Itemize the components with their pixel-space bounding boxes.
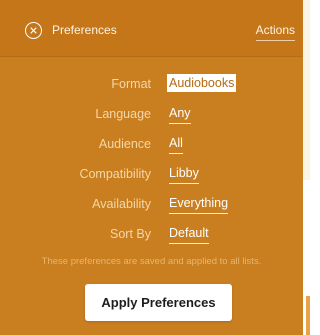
pref-value-audience[interactable]: All <box>169 134 183 154</box>
pref-label-language: Language <box>95 107 151 121</box>
pref-value-format[interactable]: Audiobooks <box>167 74 237 92</box>
pref-value-language[interactable]: Any <box>169 104 191 124</box>
apply-preferences-button[interactable]: Apply Preferences <box>85 284 232 321</box>
pref-label-compatibility: Compatibility <box>79 167 151 181</box>
preferences-panel: Preferences Actions Format Audiobooks La… <box>0 0 303 335</box>
pref-label-sort-by: Sort By <box>110 227 151 241</box>
pref-row-sort-by: Sort By Default <box>0 221 303 251</box>
pref-label-availability: Availability <box>92 197 151 211</box>
pref-row-audience: Audience All <box>0 131 303 161</box>
pref-value-availability[interactable]: Everything <box>169 194 229 214</box>
page: Preferences Actions Format Audiobooks La… <box>0 0 310 335</box>
pref-label-audience: Audience <box>98 137 151 151</box>
preferences-note: These preferences are saved and applied … <box>41 256 262 267</box>
pref-row-availability: Availability Everything <box>0 191 303 221</box>
panel-title: Preferences <box>52 23 117 37</box>
scrollbar[interactable] <box>306 296 310 335</box>
close-icon[interactable] <box>25 22 42 39</box>
pref-value-compatibility[interactable]: Libby <box>169 164 199 184</box>
pref-row-compatibility: Compatibility Libby <box>0 161 303 191</box>
pref-label-format: Format <box>111 77 151 91</box>
panel-header: Preferences Actions <box>0 0 303 57</box>
actions-link[interactable]: Actions <box>255 22 295 41</box>
pref-value-sort-by[interactable]: Default <box>169 224 209 244</box>
pref-row-format: Format Audiobooks <box>0 71 303 101</box>
preferences-list: Format Audiobooks Language Any Audience … <box>0 71 303 251</box>
pref-row-language: Language Any <box>0 101 303 131</box>
